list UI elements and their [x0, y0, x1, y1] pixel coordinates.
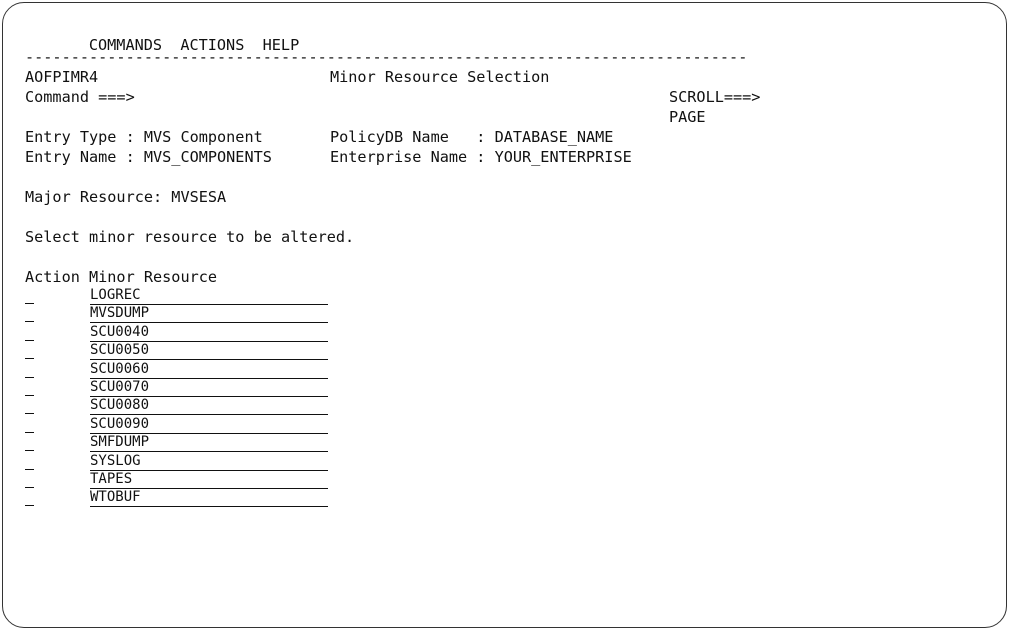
- minor-resource-field[interactable]: WTOBUF: [90, 489, 328, 508]
- action-field[interactable]: [25, 344, 34, 360]
- list-item: WTOBUF: [25, 489, 747, 508]
- minor-resource-field[interactable]: MVSDUMP: [90, 305, 328, 324]
- action-field[interactable]: [25, 307, 34, 323]
- major-resource: Major Resource: MVSESA: [25, 188, 227, 206]
- action-field[interactable]: [25, 399, 34, 415]
- command-row: Command ===> SCROLL===> PAGE: [25, 87, 760, 126]
- separator-line: ----------------------------------------…: [25, 48, 748, 66]
- list-item: SCU0060: [25, 361, 747, 379]
- minor-resource-field[interactable]: TAPES: [90, 471, 328, 489]
- list-item: SYSLOG: [25, 453, 747, 471]
- action-field[interactable]: [25, 455, 34, 470]
- policydb-name: PolicyDB Name : DATABASE_NAME: [330, 128, 614, 146]
- list-item: SMFDUMP: [25, 434, 747, 453]
- action-field[interactable]: [25, 418, 34, 433]
- entry-type: Entry Type : MVS Component: [25, 128, 263, 146]
- enterprise-name: Enterprise Name : YOUR_ENTERPRISE: [330, 148, 632, 166]
- minor-resource-field[interactable]: SCU0050: [90, 342, 328, 361]
- list-item: MVSDUMP: [25, 305, 747, 324]
- ispf-panel: COMMANDS ACTIONS HELP ------------------…: [25, 15, 760, 508]
- entry-name: Entry Name : MVS_COMPONENTS: [25, 148, 272, 166]
- scroll-field[interactable]: SCROLL===> PAGE: [669, 87, 760, 127]
- action-field[interactable]: [25, 473, 34, 488]
- list-item: TAPES: [25, 471, 747, 489]
- action-field[interactable]: [25, 289, 34, 304]
- minor-resource-field[interactable]: LOGREC: [90, 287, 328, 305]
- list-item: SCU0070: [25, 379, 747, 397]
- minor-resource-field[interactable]: SMFDUMP: [90, 434, 328, 453]
- menu-bar: COMMANDS ACTIONS HELP: [25, 15, 747, 54]
- terminal-frame: COMMANDS ACTIONS HELP ------------------…: [2, 2, 1007, 628]
- minor-resource-field[interactable]: SCU0080: [90, 397, 328, 416]
- action-field[interactable]: [25, 326, 34, 341]
- list-item: SCU0080: [25, 397, 747, 416]
- entry-info: Entry Type : MVS Component PolicyDB Name…: [25, 127, 747, 167]
- list-item: LOGREC: [25, 287, 747, 305]
- panel-id: AOFPIMR4: [25, 68, 99, 86]
- title-row: AOFPIMR4 Minor Resource Selection: [25, 67, 747, 87]
- action-field[interactable]: [25, 436, 34, 452]
- minor-resource-list: LOGREC MVSDUMP SCU0040 SCU0050 SCU0060 S…: [25, 287, 747, 508]
- instruction-text: Select minor resource to be altered.: [25, 228, 355, 246]
- list-item: SCU0040: [25, 324, 747, 342]
- minor-resource-field[interactable]: SCU0040: [90, 324, 328, 342]
- panel-title: Minor Resource Selection: [330, 68, 550, 86]
- minor-resource-field[interactable]: SCU0070: [90, 379, 328, 397]
- minor-resource-field[interactable]: SYSLOG: [90, 453, 328, 471]
- list-header: Action Minor Resource: [25, 268, 218, 286]
- action-field[interactable]: [25, 381, 34, 396]
- action-field[interactable]: [25, 491, 34, 507]
- list-item: SCU0050: [25, 342, 747, 361]
- command-input[interactable]: Command ===>: [25, 88, 135, 106]
- minor-resource-field[interactable]: SCU0060: [90, 361, 328, 379]
- list-item: SCU0090: [25, 416, 747, 434]
- minor-resource-field[interactable]: SCU0090: [90, 416, 328, 434]
- action-field[interactable]: [25, 363, 34, 378]
